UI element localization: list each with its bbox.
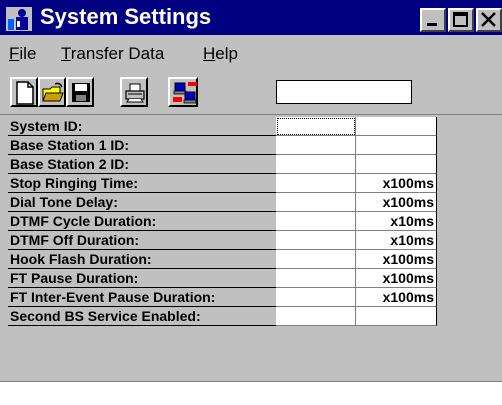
row-value-field[interactable]	[276, 117, 356, 136]
save-disk-icon	[72, 83, 90, 102]
row-value-field[interactable]	[276, 155, 356, 174]
new-button[interactable]	[10, 77, 38, 107]
row-unit: x10ms	[356, 231, 437, 250]
print-button[interactable]	[120, 77, 148, 107]
toolbar	[0, 70, 502, 115]
row-label: FT Inter-Event Pause Duration:	[8, 288, 277, 307]
row-value-field[interactable]	[276, 212, 356, 231]
row-unit: x10ms	[356, 212, 437, 231]
menu-bar: File Transfer Data Help	[0, 35, 502, 70]
close-button[interactable]	[476, 8, 502, 32]
close-icon	[481, 12, 496, 27]
row-unit: x100ms	[356, 250, 437, 269]
row-unit: x100ms	[356, 193, 437, 212]
row-value-field[interactable]	[276, 231, 356, 250]
row-label: Dial Tone Delay:	[8, 193, 277, 212]
row-value-field[interactable]	[276, 307, 356, 326]
row-unit: x100ms	[356, 174, 437, 193]
row-label: System ID:	[8, 117, 277, 136]
row-value-field[interactable]	[276, 250, 356, 269]
row-value-field[interactable]	[276, 269, 356, 288]
maximize-button[interactable]	[448, 8, 474, 32]
menu-help[interactable]: Help	[203, 44, 238, 64]
row-unit	[356, 136, 437, 155]
save-button[interactable]	[66, 77, 94, 107]
window-title: System Settings	[40, 4, 212, 29]
transfer-button[interactable]	[168, 77, 198, 107]
row-unit	[356, 307, 437, 326]
row-value-field[interactable]	[276, 193, 356, 212]
row-unit: x100ms	[356, 288, 437, 307]
minimize-button[interactable]	[420, 8, 446, 32]
minimize-icon	[427, 23, 437, 26]
row-label: FT Pause Duration:	[8, 269, 277, 288]
row-label: Base Station 1 ID:	[8, 136, 277, 155]
settings-grid: System ID: Base Station 1 ID: Base Stati…	[8, 117, 502, 357]
menu-transfer-rest: ransfer Data	[70, 44, 165, 63]
row-value-field[interactable]	[276, 136, 356, 155]
toolbar-text-field[interactable]	[276, 80, 412, 104]
menu-file[interactable]: File	[9, 44, 36, 64]
app-user-icon	[6, 7, 32, 31]
menu-transfer-mnemonic: T	[61, 44, 71, 63]
new-file-icon	[16, 81, 34, 105]
open-button[interactable]	[38, 77, 66, 107]
title-bar: System Settings	[0, 0, 502, 35]
row-unit	[356, 155, 437, 174]
menu-file-mnemonic: F	[9, 44, 20, 63]
menu-help-mnemonic: H	[203, 44, 216, 63]
row-value-field[interactable]	[276, 174, 356, 193]
row-label: Base Station 2 ID:	[8, 155, 277, 174]
print-icon	[125, 83, 145, 103]
maximize-icon	[453, 12, 468, 27]
row-unit: x100ms	[356, 269, 437, 288]
row-label: Second BS Service Enabled:	[8, 307, 277, 326]
status-bar	[0, 381, 502, 405]
menu-help-rest: elp	[215, 44, 238, 63]
menu-file-rest: ile	[19, 44, 37, 63]
row-label: DTMF Cycle Duration:	[8, 212, 277, 231]
open-folder-icon	[42, 82, 64, 102]
row-value-field[interactable]	[276, 288, 356, 307]
menu-transfer-data[interactable]: Transfer Data	[61, 44, 164, 64]
row-label: Hook Flash Duration:	[8, 250, 277, 269]
row-label: Stop Ringing Time:	[8, 174, 277, 193]
row-label: DTMF Off Duration:	[8, 231, 277, 250]
transfer-computers-icon	[173, 82, 197, 104]
row-unit	[356, 117, 437, 136]
